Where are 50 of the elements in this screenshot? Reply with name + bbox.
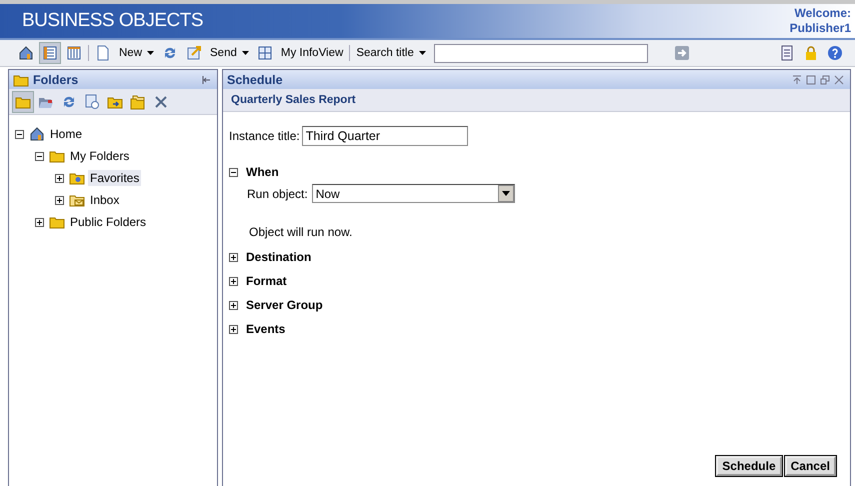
folder-item[interactable]: Inbox [88,192,122,208]
run-note: Object will run now. [249,225,354,239]
expand-icon[interactable] [229,300,238,310]
section-title[interactable]: Destination [246,250,312,264]
instance-title-label: Instance title: [229,129,300,143]
report-title: Quarterly Sales Report [231,94,356,106]
send-button[interactable]: Send [208,47,251,59]
run-object-label: Run object: [247,186,308,200]
panel-title: Schedule [227,72,283,86]
logo: BUSINESS OBJECTS [21,10,203,32]
folder-item[interactable]: Public Folders [68,214,148,230]
collapse-icon[interactable] [15,130,24,138]
panel-title: Folders [33,72,78,86]
caret-icon [147,50,154,55]
folder-item[interactable]: Favorites [88,170,142,186]
collapse-icon[interactable] [35,152,44,160]
list-view-icon[interactable] [40,43,60,63]
maximize-icon[interactable] [806,74,816,84]
expand-icon[interactable] [229,252,238,262]
welcome-label: Welcome: [794,6,851,21]
expand-icon[interactable] [229,276,238,286]
run-object-dropdown[interactable]: Now [312,184,515,203]
new-button[interactable]: New [117,47,156,59]
folder-item[interactable]: Home [48,126,84,142]
section-title[interactable]: Events [246,322,286,336]
user-name: Publisher1 [790,21,851,36]
expand-icon[interactable] [229,324,238,334]
caret-icon [502,191,510,196]
search-field[interactable] [434,44,648,62]
folder-item[interactable]: My Folders [68,148,132,164]
expand-icon[interactable] [55,196,64,204]
collapse-icon[interactable] [229,168,238,176]
caret-icon [418,50,426,55]
instance-title-field[interactable]: Third Quarter [302,126,468,146]
help-icon[interactable] [825,43,845,63]
collapse-pane-icon[interactable] [201,74,211,84]
search-title-button[interactable]: Search title [354,47,428,59]
caret-icon [242,50,249,55]
section-title[interactable]: When [246,165,279,179]
my-infoview-button[interactable]: My InfoView [278,47,346,59]
section-title[interactable]: Server Group [246,298,323,312]
close-icon[interactable] [834,74,844,84]
restore-icon[interactable] [820,74,830,84]
section-title[interactable]: Format [246,274,287,288]
house-icon [29,126,45,142]
expand-icon[interactable] [55,174,64,182]
pin-icon[interactable] [792,74,802,84]
expand-icon[interactable] [35,218,44,226]
cancel-button[interactable]: Cancel [784,456,836,476]
schedule-button[interactable]: Schedule [716,456,782,476]
